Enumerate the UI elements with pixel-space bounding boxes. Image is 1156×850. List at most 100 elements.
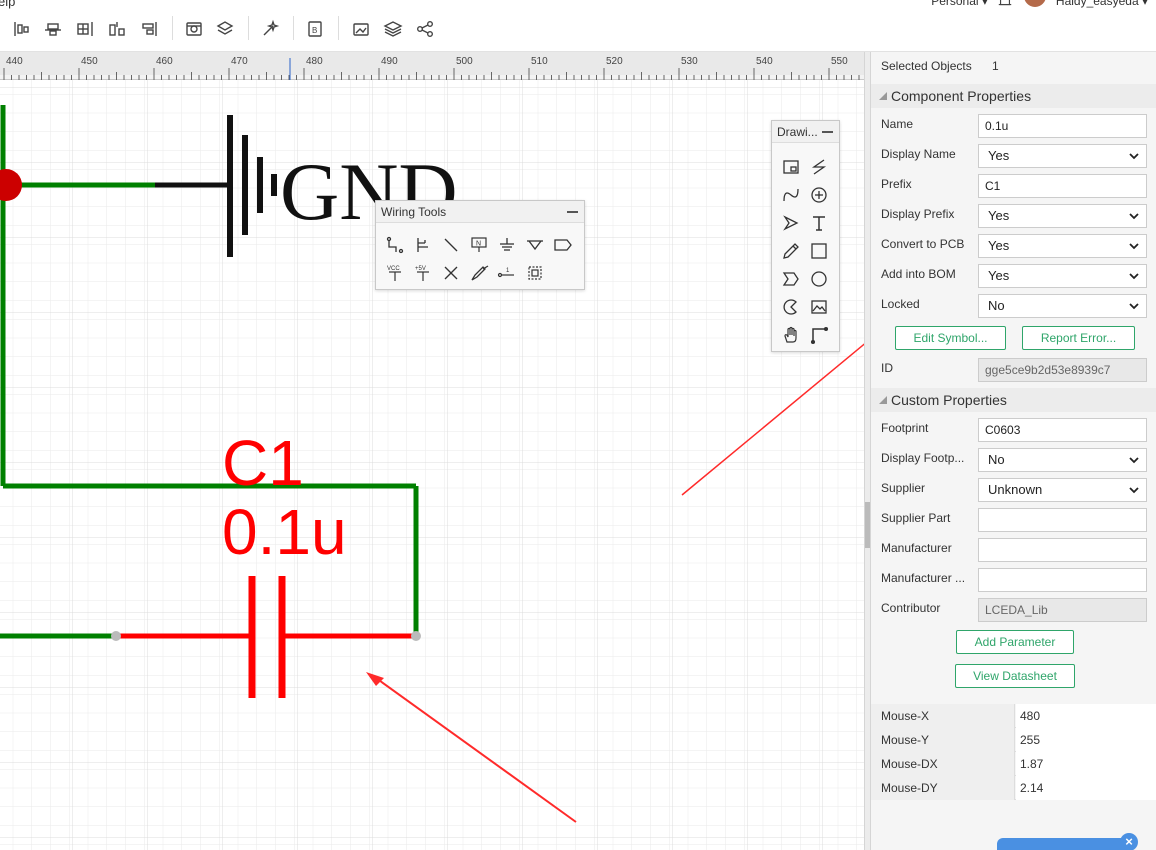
image-icon[interactable]	[183, 18, 205, 40]
mouse-value: 255	[1016, 728, 1156, 752]
text-icon[interactable]	[808, 212, 830, 234]
pin-icon[interactable]: 1	[496, 262, 518, 284]
splitter-handle[interactable]	[865, 502, 870, 548]
align-center-icon[interactable]	[42, 18, 64, 40]
svg-text:+5V: +5V	[415, 266, 426, 272]
chevron-down-icon	[1129, 273, 1139, 280]
align-left-icon[interactable]	[11, 18, 33, 40]
add-bom-select[interactable]: Yes	[978, 264, 1147, 288]
collapse-triangle-icon[interactable]	[879, 92, 887, 100]
footprint-label: Footprint	[881, 421, 929, 435]
bell-icon[interactable]	[996, 0, 1014, 9]
table-row: Mouse-Y 255	[871, 728, 1156, 752]
workspace-dropdown[interactable]: Personal ▾	[931, 0, 988, 8]
corner-icon[interactable]	[808, 324, 830, 346]
custom-properties-header[interactable]: Custom Properties	[871, 388, 1156, 412]
close-icon[interactable]: ×	[1120, 833, 1138, 850]
supplier-select[interactable]: Unknown	[978, 478, 1147, 502]
wire-icon[interactable]	[384, 234, 406, 256]
layers-up-icon[interactable]	[214, 18, 236, 40]
curve-icon[interactable]	[780, 184, 802, 206]
svg-text:1: 1	[506, 268, 510, 274]
layers-icon[interactable]	[382, 18, 404, 40]
wiring-tools-window[interactable]: Wiring Tools N VCC +5V 1	[375, 200, 585, 290]
select-value: Yes	[988, 268, 1010, 283]
hand-icon[interactable]	[780, 324, 802, 346]
voltage-probe-icon[interactable]	[468, 262, 490, 284]
net-label-icon[interactable]: N	[468, 234, 490, 256]
add-parameter-button[interactable]: Add Parameter	[956, 630, 1074, 654]
user-area: Personal ▾ Haidy_easyeda ▾	[931, 0, 1148, 9]
report-error-button[interactable]: Report Error...	[1022, 326, 1135, 350]
display-name-select[interactable]: Yes	[978, 144, 1147, 168]
select-value: Unknown	[988, 482, 1043, 497]
select-value: Yes	[988, 148, 1010, 163]
arrow-icon[interactable]	[780, 212, 802, 234]
prefix-field[interactable]: C1	[978, 174, 1147, 198]
group-icon[interactable]	[524, 262, 546, 284]
bom-icon[interactable]: B	[304, 18, 326, 40]
circle-icon[interactable]	[808, 268, 830, 290]
panel-splitter[interactable]	[864, 52, 871, 850]
prefix-label: Prefix	[881, 177, 912, 191]
rect-image-icon[interactable]	[780, 156, 802, 178]
toolbar-separator	[172, 16, 173, 40]
component-properties-header[interactable]: Component Properties	[871, 84, 1156, 108]
distribute-icon[interactable]	[74, 18, 96, 40]
plus5v-icon[interactable]: +5V	[412, 262, 434, 284]
square-icon[interactable]	[808, 240, 830, 262]
align-bottom-icon[interactable]	[106, 18, 128, 40]
convert-pcb-select[interactable]: Yes	[978, 234, 1147, 258]
pencil-icon[interactable]	[780, 240, 802, 262]
chat-widget-tab[interactable]	[997, 838, 1127, 850]
footprint-field[interactable]: C0603	[978, 418, 1147, 442]
magic-wand-icon[interactable]	[259, 18, 281, 40]
user-menu[interactable]: Haidy_easyeda ▾	[1056, 0, 1148, 8]
wiring-tools-title[interactable]: Wiring Tools	[376, 201, 584, 223]
minimize-icon[interactable]	[822, 131, 833, 133]
manufacturer-label: Manufacturer	[881, 541, 952, 555]
bus-icon[interactable]	[412, 234, 434, 256]
locked-select[interactable]: No	[978, 294, 1147, 318]
net-port-icon[interactable]	[524, 234, 546, 256]
avatar[interactable]	[1021, 0, 1048, 9]
manufacturer-field[interactable]	[978, 538, 1147, 562]
supplier-part-field[interactable]	[978, 508, 1147, 532]
edit-symbol-button[interactable]: Edit Symbol...	[895, 326, 1006, 350]
svg-text:VCC: VCC	[387, 266, 400, 272]
no-connect-icon[interactable]	[440, 262, 462, 284]
mouse-key: Mouse-X	[871, 704, 1015, 728]
minimize-icon[interactable]	[567, 211, 578, 213]
ground-icon[interactable]	[496, 234, 518, 256]
collapse-triangle-icon[interactable]	[879, 396, 887, 404]
display-prefix-select[interactable]: Yes	[978, 204, 1147, 228]
pie-icon[interactable]	[780, 296, 802, 318]
ruler-label: 440	[6, 56, 23, 67]
bus-entry-icon[interactable]	[440, 234, 462, 256]
view-datasheet-button[interactable]: View Datasheet	[955, 664, 1075, 688]
select-value: No	[988, 452, 1005, 467]
select-value: Yes	[988, 238, 1010, 253]
share-icon[interactable]	[414, 18, 436, 40]
mouse-value: 2.14	[1016, 776, 1156, 800]
chevron-icon[interactable]	[780, 268, 802, 290]
vcc-icon[interactable]: VCC	[384, 262, 406, 284]
line-icon[interactable]	[808, 156, 830, 178]
menu-help[interactable]: elp	[0, 0, 15, 9]
image-export-icon[interactable]	[350, 18, 372, 40]
manufacturer-part-field[interactable]	[978, 568, 1147, 592]
net-flag-icon[interactable]	[552, 234, 574, 256]
display-footprint-select[interactable]: No	[978, 448, 1147, 472]
component-value-label[interactable]: 0.1u	[222, 496, 347, 568]
schematic-canvas[interactable]: GND C1 0.1u	[0, 80, 864, 850]
id-field: gge5ce9b2d53e8939c7	[978, 358, 1147, 382]
component-ref-label[interactable]: C1	[222, 427, 304, 499]
align-right-icon[interactable]	[138, 18, 160, 40]
drawing-tools-window[interactable]: Drawi...	[771, 120, 840, 352]
image-icon[interactable]	[808, 296, 830, 318]
app-root: elp B Personal ▾ Haidy_easyeda ▾ 440 450…	[0, 0, 1156, 850]
manufacturer-part-label: Manufacturer ...	[881, 571, 966, 585]
mouse-key: Mouse-DY	[871, 776, 1015, 800]
add-circle-icon[interactable]	[808, 184, 830, 206]
name-field[interactable]: 0.1u	[978, 114, 1147, 138]
